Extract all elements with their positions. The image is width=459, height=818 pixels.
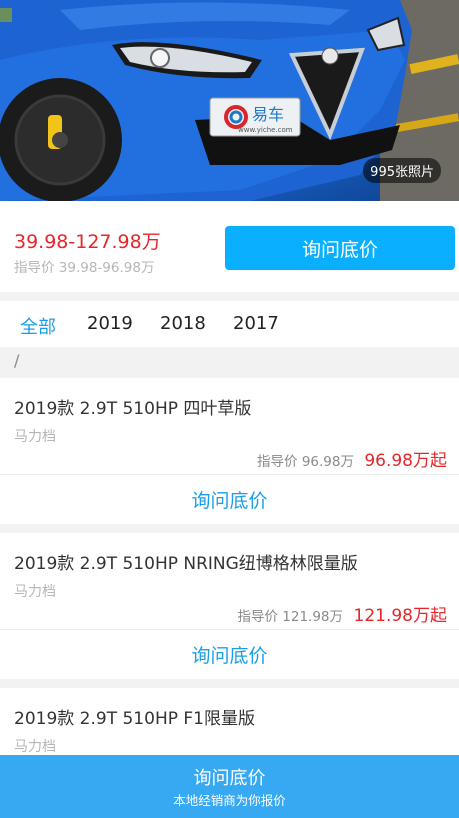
price-section: 39.98-127.98万 指导价 39.98-96.98万 询问底价 [0,201,459,293]
engine-group-label: / [14,351,20,370]
trim-transmission: 马力档 [14,739,56,755]
bottom-inquiry-title: 询问底价 [193,768,266,789]
engine-group-header: / [0,347,459,378]
trim-name: 2019款 2.9T 510HP NRING纽博格林限量版 [14,554,358,574]
trim-price: 96.98万起 [364,451,447,471]
trim-card[interactable]: 2019款 2.9T 510HP F1限量版 马力档 [0,688,459,755]
guide-price: 指导价 39.98-96.98万 [14,260,155,276]
tab-all[interactable]: 全部 [20,313,56,339]
trim-card[interactable]: 2019款 2.9T 510HP 四叶草版 马力档 指导价 96.98万 96.… [0,378,459,524]
trim-guide-price: 指导价 121.98万 [237,609,343,625]
year-tab-bar: 全部 2019 2018 2017 [0,301,459,347]
trim-name: 2019款 2.9T 510HP F1限量版 [14,709,255,729]
photo-count-badge[interactable]: 995张照片 [363,158,441,183]
tab-2019[interactable]: 2019 [87,313,133,334]
trim-name: 2019款 2.9T 510HP 四叶草版 [14,399,252,419]
section-divider [0,292,459,301]
price-range: 39.98-127.98万 [14,231,161,253]
bottom-inquiry-subtitle: 本地经销商为你报价 [173,793,286,808]
tab-2018[interactable]: 2018 [160,313,206,334]
trim-transmission: 马力档 [14,584,56,600]
trim-price: 121.98万起 [353,606,447,626]
plate-url-text: www.yiche.com [238,126,293,134]
trim-transmission: 马力档 [14,429,56,445]
card-divider [0,679,459,688]
trim-card[interactable]: 2019款 2.9T 510HP NRING纽博格林限量版 马力档 指导价 12… [0,533,459,679]
inquiry-button[interactable]: 询问底价 [225,226,455,270]
card-divider [0,524,459,533]
trim-inquiry-button[interactable]: 询问底价 [0,630,459,679]
bottom-inquiry-bar[interactable]: 询问底价 本地经销商为你报价 [0,755,459,818]
trim-guide-price: 指导价 96.98万 [257,454,354,470]
trim-inquiry-button[interactable]: 询问底价 [0,475,459,524]
car-photo-banner[interactable]: 易车 www.yiche.com 995张照片 [0,0,459,201]
tab-2017[interactable]: 2017 [233,313,279,334]
plate-brand-text: 易车 [252,105,284,124]
